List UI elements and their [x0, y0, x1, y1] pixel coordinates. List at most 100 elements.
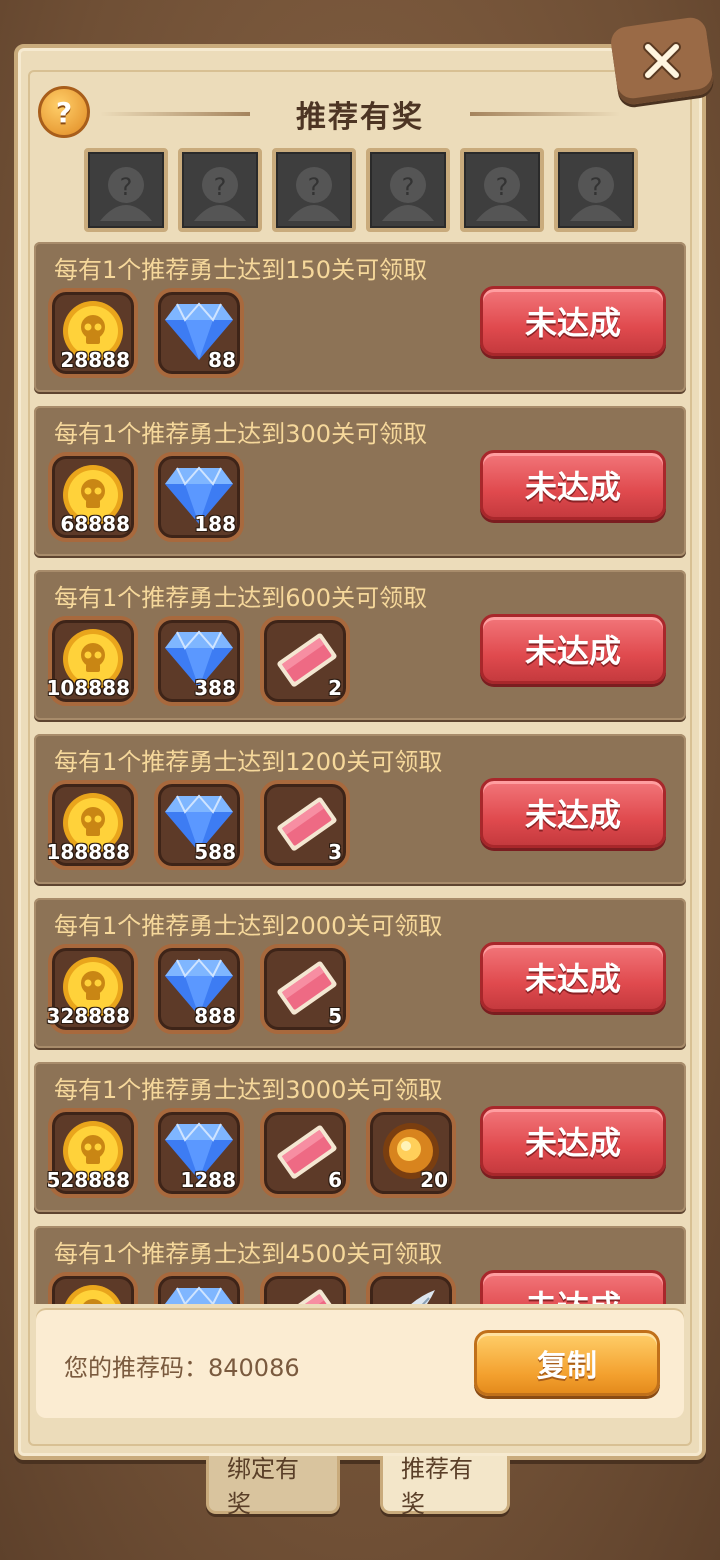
avatar-slot[interactable]: ? — [460, 148, 544, 232]
reward-condition: 每有1个推荐勇士达到3000关可领取 — [54, 1076, 443, 1104]
reward-item[interactable]: 88 — [154, 288, 244, 378]
reward-condition: 每有1个推荐勇士达到2000关可领取 — [54, 912, 443, 940]
unknown-avatar-icon: ? — [288, 167, 340, 221]
reward-row: 每有1个推荐勇士达到150关可领取 28888 88 未达成 — [34, 242, 686, 392]
reward-item[interactable]: 388 — [154, 616, 244, 706]
unknown-avatar-icon: ? — [194, 167, 246, 221]
reward-item[interactable]: 5 — [260, 944, 350, 1034]
reward-item[interactable]: 68888 — [48, 452, 138, 542]
reward-item[interactable]: 1288 — [154, 1108, 244, 1198]
reward-item[interactable]: 888 — [154, 944, 244, 1034]
reward-item[interactable] — [48, 1272, 138, 1304]
reward-condition: 每有1个推荐勇士达到600关可领取 — [54, 584, 428, 612]
reward-list[interactable]: 每有1个推荐勇士达到150关可领取 28888 88 未达成 每有1个推荐勇士达到300… — [34, 242, 688, 1304]
reward-item[interactable]: 3 — [260, 780, 350, 870]
reward-item[interactable]: 328888 — [46, 944, 138, 1034]
reward-row: 每有1个推荐勇士达到600关可领取 108888 388 2 未达成 — [34, 570, 686, 720]
reward-items: 328888 888 5 — [46, 944, 350, 1034]
reward-condition: 每有1个推荐勇士达到300关可领取 — [54, 420, 428, 448]
reward-items: 188888 588 3 — [46, 780, 350, 870]
reward-item-count: 388 — [194, 676, 236, 700]
reward-item-count: 108888 — [46, 676, 131, 700]
reward-row: 每有1个推荐勇士达到3000关可领取 528888 1288 6 20 未达成 — [34, 1062, 686, 1212]
reward-item[interactable] — [366, 1272, 456, 1304]
reward-item-count: 328888 — [46, 1004, 131, 1028]
referral-code-bar: 您的推荐码：840086 复制 — [36, 1310, 684, 1418]
reward-item[interactable]: 2 — [260, 616, 350, 706]
reward-item[interactable]: 188888 — [46, 780, 138, 870]
reward-row: 每有1个推荐勇士达到1200关可领取 188888 588 3 未达成 — [34, 734, 686, 884]
claim-status-button[interactable]: 未达成 — [480, 614, 666, 684]
copy-button[interactable]: 复制 — [474, 1330, 660, 1396]
reward-items: 108888 388 2 — [46, 616, 350, 706]
reward-items: 68888 188 — [48, 452, 244, 542]
reward-item-count: 20 — [420, 1168, 448, 1192]
unknown-avatar-icon: ? — [476, 167, 528, 221]
svg-text:?: ? — [402, 173, 415, 201]
referral-code-value: 840086 — [208, 1354, 300, 1382]
reward-item[interactable]: 28888 — [48, 288, 138, 378]
reward-item-count: 588 — [194, 840, 236, 864]
diamond-icon — [163, 1284, 235, 1304]
svg-text:?: ? — [308, 173, 321, 201]
reward-item-count: 3 — [328, 840, 342, 864]
avatar-slot[interactable]: ? — [366, 148, 450, 232]
reward-item-count: 528888 — [46, 1168, 131, 1192]
reward-item[interactable]: 188 — [154, 452, 244, 542]
tab-bind-reward[interactable]: 绑定有奖 — [206, 1455, 340, 1518]
reward-item[interactable]: 108888 — [46, 616, 138, 706]
reward-item-count: 188888 — [46, 840, 131, 864]
reward-row: 每有1个推荐勇士达到300关可领取 68888 188 未达成 — [34, 406, 686, 556]
claim-status-button[interactable]: 未达成 — [480, 942, 666, 1012]
reward-item[interactable]: 528888 — [46, 1108, 138, 1198]
reward-item-count: 2 — [328, 676, 342, 700]
reward-condition: 每有1个推荐勇士达到150关可领取 — [54, 256, 428, 284]
coin-icon — [60, 1282, 126, 1304]
reward-item-count: 188 — [194, 512, 236, 536]
unknown-avatar-icon: ? — [100, 167, 152, 221]
avatar-slot[interactable]: ? — [272, 148, 356, 232]
tab-recommend-reward[interactable]: 推荐有奖 — [380, 1455, 510, 1518]
reward-item-count: 28888 — [60, 348, 130, 372]
avatar-slot[interactable]: ? — [84, 148, 168, 232]
ticket-icon — [273, 1284, 337, 1304]
reward-item[interactable]: 20 — [366, 1108, 456, 1198]
reward-item-count: 888 — [194, 1004, 236, 1028]
svg-text:?: ? — [120, 173, 133, 201]
referral-code-caption: 您的推荐码： — [64, 1354, 208, 1382]
page-title: 推荐有奖 — [296, 100, 424, 135]
reward-item-count: 68888 — [60, 512, 130, 536]
svg-text:?: ? — [214, 173, 227, 201]
reward-condition: 每有1个推荐勇士达到4500关可领取 — [54, 1240, 443, 1268]
reward-item[interactable]: 6 — [260, 1108, 350, 1198]
reward-item-count: 88 — [208, 348, 236, 372]
claim-status-button[interactable]: 未达成 — [480, 778, 666, 848]
svg-text:?: ? — [496, 173, 509, 201]
bottom-tabs: 绑定有奖 推荐有奖 — [0, 1455, 720, 1518]
referral-avatars: ? ? ? ? ? ? — [84, 148, 638, 232]
claim-status-button[interactable]: 未达成 — [480, 1270, 666, 1304]
reward-row: 每有1个推荐勇士达到4500关可领取未达成 — [34, 1226, 686, 1304]
reward-item-count: 5 — [328, 1004, 342, 1028]
reward-item[interactable] — [154, 1272, 244, 1304]
reward-condition: 每有1个推荐勇士达到1200关可领取 — [54, 748, 443, 776]
referral-code-label: 您的推荐码：840086 — [64, 1348, 300, 1383]
reward-items: 528888 1288 6 20 — [46, 1108, 456, 1198]
reward-item-count: 6 — [328, 1168, 342, 1192]
reward-item[interactable] — [260, 1272, 350, 1304]
feather-icon — [379, 1284, 443, 1304]
reward-items: 28888 88 — [48, 288, 244, 378]
reward-row: 每有1个推荐勇士达到2000关可领取 328888 888 5 未达成 — [34, 898, 686, 1048]
unknown-avatar-icon: ? — [382, 167, 434, 221]
reward-item[interactable]: 588 — [154, 780, 244, 870]
svg-text:?: ? — [590, 173, 603, 201]
avatar-slot[interactable]: ? — [554, 148, 638, 232]
claim-status-button[interactable]: 未达成 — [480, 286, 666, 356]
close-icon — [643, 42, 681, 80]
reward-items — [48, 1272, 456, 1304]
reward-item-count: 1288 — [180, 1168, 236, 1192]
claim-status-button[interactable]: 未达成 — [480, 1106, 666, 1176]
unknown-avatar-icon: ? — [570, 167, 622, 221]
claim-status-button[interactable]: 未达成 — [480, 450, 666, 520]
avatar-slot[interactable]: ? — [178, 148, 262, 232]
